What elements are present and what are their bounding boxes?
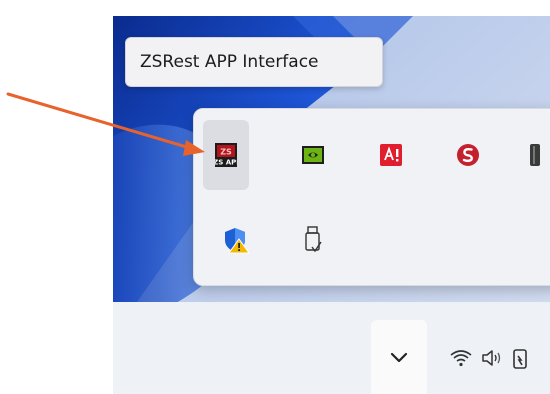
annotation-arrow: [6, 92, 205, 156]
screenshot-stage: ZS ZS API: [0, 0, 550, 394]
